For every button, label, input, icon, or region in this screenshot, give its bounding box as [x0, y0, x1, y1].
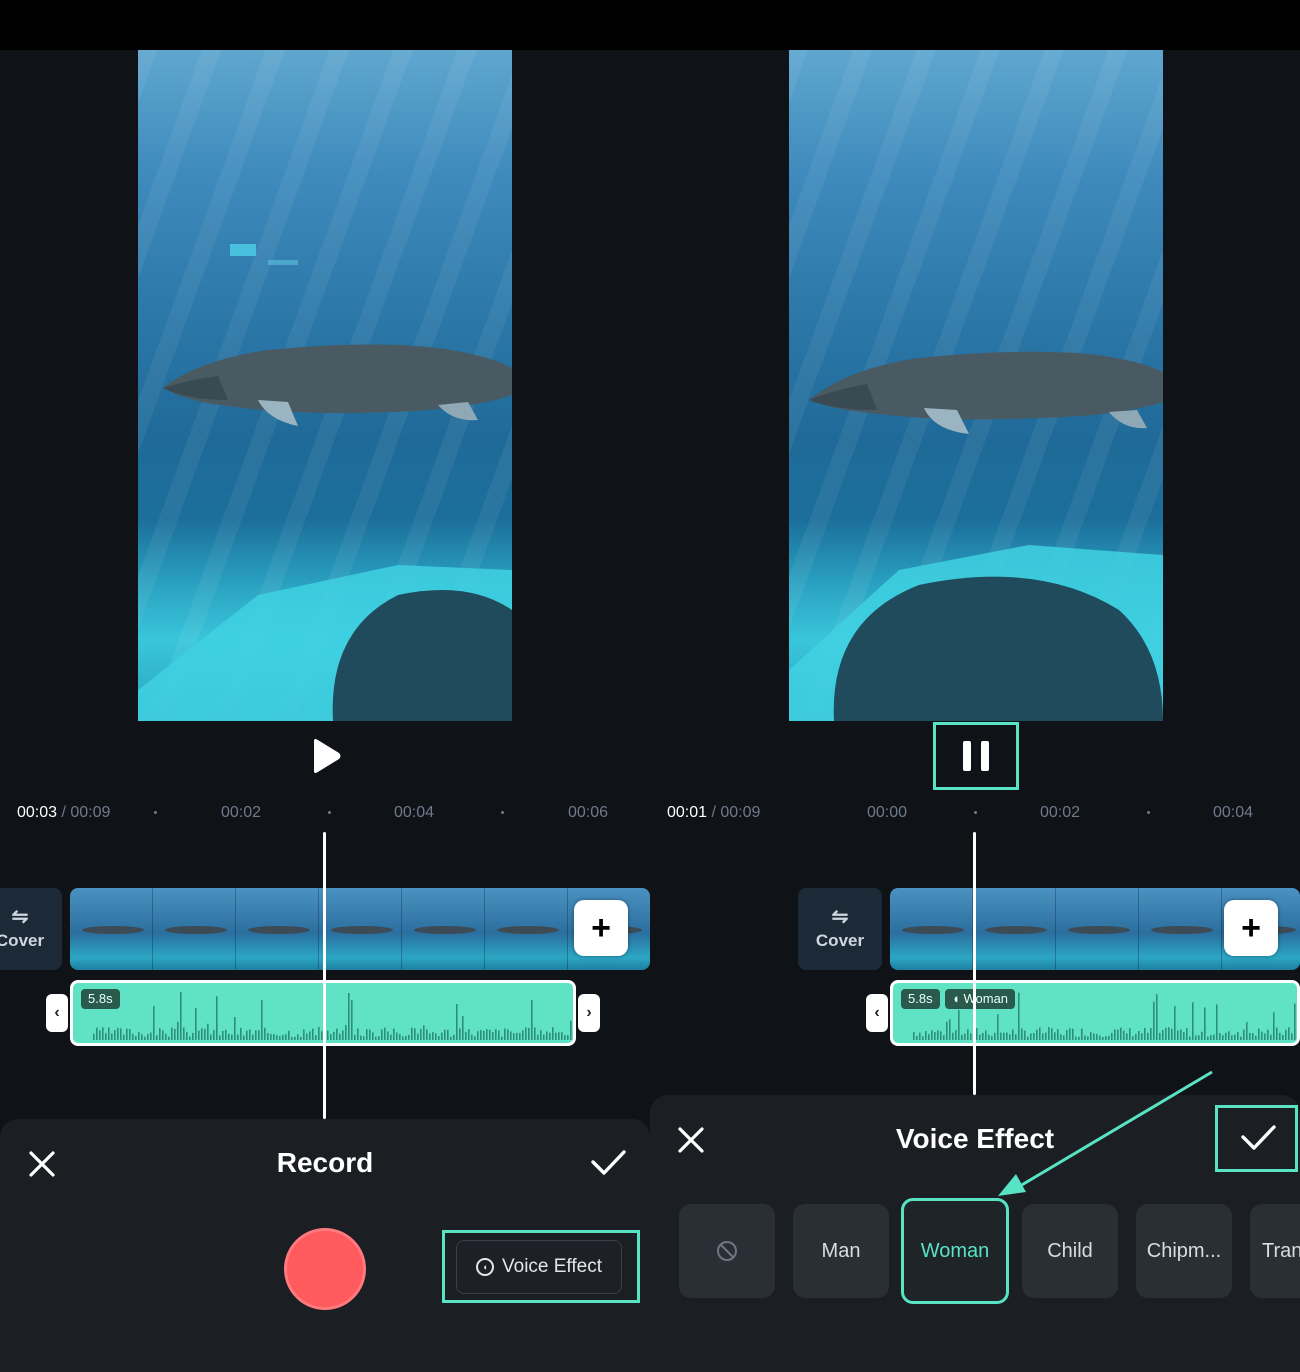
current-time: 00:03	[17, 804, 58, 821]
sturgeon-image	[138, 244, 512, 721]
pause-icon	[981, 741, 989, 771]
ruler-dot	[328, 811, 331, 814]
video-thumbnail	[236, 888, 319, 970]
audio-duration-badge: 5.8s	[901, 989, 940, 1009]
cover-button[interactable]: ⇋ Cover	[798, 888, 882, 970]
swap-icon: ⇋	[11, 906, 29, 928]
video-thumbnail	[402, 888, 485, 970]
none-icon	[717, 1241, 737, 1261]
cover-label: Cover	[0, 931, 45, 950]
record-panel: 00:03 / 00:09 00:02 00:04 00:06 ⇋ Cover …	[0, 50, 650, 1372]
ruler-tick: 00:00	[867, 804, 908, 821]
playhead[interactable]	[973, 832, 976, 1095]
swap-icon: ⇋	[831, 906, 849, 928]
ruler-tick: 00:04	[394, 804, 435, 821]
voice-effect-button[interactable]: ◖ Voice Effect	[456, 1240, 622, 1294]
record-button[interactable]	[284, 1228, 366, 1310]
effect-man[interactable]: Man	[793, 1204, 889, 1298]
plus-icon: +	[591, 908, 611, 947]
ruler-dot	[501, 811, 504, 814]
effect-woman[interactable]: Woman	[901, 1198, 1009, 1304]
total-time: / 00:09	[707, 804, 761, 821]
current-time: 00:01	[667, 804, 708, 821]
effect-child[interactable]: Child	[1022, 1204, 1118, 1298]
pause-icon	[963, 741, 971, 771]
audio-trim-handle-left[interactable]: ‹	[866, 994, 888, 1032]
voice-effect-label: Voice Effect	[502, 1256, 602, 1277]
ruler-tick: 00:02	[221, 804, 262, 821]
play-icon[interactable]	[310, 738, 342, 774]
ruler-dot	[974, 811, 977, 814]
video-thumbnail	[485, 888, 568, 970]
ruler-tick: 00:04	[1213, 804, 1254, 821]
video-thumbnail	[70, 888, 153, 970]
total-time: / 00:09	[57, 804, 111, 821]
effect-chipmunk[interactable]: Chipm...	[1136, 1204, 1232, 1298]
sturgeon-image	[789, 351, 1163, 721]
video-thumbnail	[973, 888, 1056, 970]
video-preview	[789, 50, 1163, 721]
video-thumbnail	[1056, 888, 1139, 970]
screenshot-root: 00:03 / 00:09 00:02 00:04 00:06 ⇋ Cover …	[0, 0, 1300, 1372]
ruler-tick: 00:06	[568, 804, 609, 821]
video-thumbnail	[319, 888, 402, 970]
time-display: 00:03 / 00:09	[17, 804, 110, 822]
video-thumbnail	[153, 888, 236, 970]
sheet-title: Voice Effect	[895, 1123, 1055, 1154]
audio-effect-badge: ◖ Woman	[945, 989, 1016, 1009]
voice-effect-panel: 00:01 / 00:09 00:00 00:02 00:04 ⇋ Cover …	[650, 50, 1300, 1372]
effect-transformer[interactable]: Tran	[1250, 1204, 1300, 1298]
audio-trim-handle-left[interactable]: ‹	[46, 994, 68, 1032]
ruler-dot	[1147, 811, 1150, 814]
cover-button[interactable]: ⇋ Cover	[0, 888, 62, 970]
video-thumbnail	[890, 888, 973, 970]
ruler-tick: 00:02	[1040, 804, 1081, 821]
add-clip-button[interactable]: +	[574, 900, 628, 956]
sheet-title: Record	[276, 1147, 374, 1178]
time-display: 00:01 / 00:09	[667, 804, 760, 822]
audio-effect-label: Woman	[963, 991, 1009, 1006]
status-bar	[0, 0, 1300, 50]
video-thumbnail	[1139, 888, 1222, 970]
add-clip-button[interactable]: +	[1224, 900, 1278, 956]
voice-effect-icon: ◖	[952, 991, 964, 1006]
cover-label: Cover	[815, 931, 865, 950]
pause-button[interactable]	[933, 722, 1019, 790]
playhead[interactable]	[323, 832, 326, 1119]
voice-effect-icon: ◖	[476, 1258, 494, 1276]
plus-icon: +	[1241, 908, 1261, 947]
ruler-dot	[154, 811, 157, 814]
effect-none[interactable]	[679, 1204, 775, 1298]
video-preview	[138, 50, 512, 721]
check-icon[interactable]	[1234, 1115, 1282, 1159]
video-track[interactable]	[70, 888, 650, 970]
check-icon[interactable]	[584, 1140, 632, 1184]
audio-trim-handle-right[interactable]: ›	[578, 994, 600, 1032]
audio-clip[interactable]: 5.8s ◖ Woman	[890, 980, 1300, 1046]
audio-duration-badge: 5.8s	[81, 989, 120, 1009]
